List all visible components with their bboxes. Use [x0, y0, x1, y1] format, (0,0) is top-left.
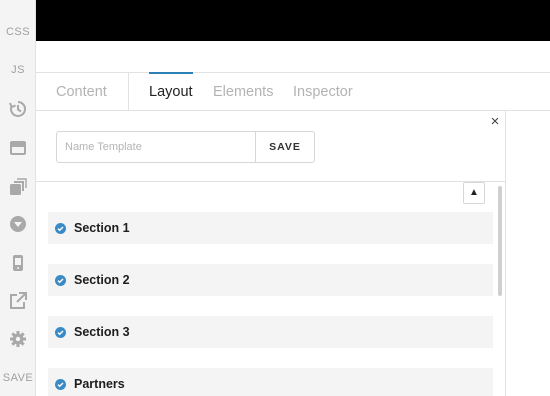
check-circle-icon[interactable] — [55, 274, 66, 286]
external-link-icon[interactable] — [0, 291, 36, 311]
section-label: Section 2 — [74, 273, 130, 287]
save-button[interactable]: SAVE — [0, 369, 36, 387]
layout-panel: × SAVE ▲ Section 1 Section 2 Section 3 P… — [36, 111, 506, 396]
css-editor-button[interactable]: CSS — [0, 23, 36, 41]
tab-inspector-label: Inspector — [293, 83, 353, 100]
tab-content[interactable]: Content — [56, 73, 107, 110]
check-circle-icon[interactable] — [55, 222, 66, 234]
section-item[interactable]: Partners — [48, 368, 493, 396]
copy-pages-icon[interactable] — [0, 177, 36, 197]
scroll-up-button[interactable]: ▲ — [463, 182, 485, 204]
panel-tabs: Content Layout Elements Inspector — [36, 72, 550, 111]
section-item[interactable]: Section 2 — [48, 264, 493, 296]
tab-content-label: Content — [56, 83, 107, 100]
template-name-input[interactable] — [56, 131, 255, 163]
layout-panel-icon[interactable] — [0, 138, 36, 158]
active-tab-indicator — [149, 72, 193, 74]
panel-divider — [36, 181, 506, 182]
left-toolbar: CSS JS SAVE — [0, 0, 36, 396]
tab-inspector[interactable]: Inspector — [293, 73, 353, 110]
history-icon[interactable] — [0, 99, 36, 119]
tab-elements[interactable]: Elements — [213, 73, 273, 110]
section-label: Section 3 — [74, 325, 130, 339]
section-label: Partners — [74, 377, 125, 391]
settings-gear-icon[interactable] — [0, 329, 36, 349]
template-form: SAVE — [56, 131, 315, 163]
save-template-button[interactable]: SAVE — [255, 131, 315, 163]
preview-header-bar — [36, 0, 550, 41]
tab-elements-label: Elements — [213, 83, 274, 100]
js-editor-button[interactable]: JS — [0, 61, 36, 79]
check-circle-icon[interactable] — [55, 326, 66, 338]
section-item[interactable]: Section 3 — [48, 316, 493, 348]
scrollbar[interactable] — [498, 186, 502, 296]
section-item[interactable]: Section 1 — [48, 212, 493, 244]
close-icon[interactable]: × — [487, 113, 503, 131]
tab-divider — [128, 73, 129, 110]
mobile-preview-icon[interactable] — [0, 253, 36, 273]
tab-layout-label: Layout — [149, 83, 193, 100]
dropdown-circle-icon[interactable] — [0, 214, 36, 234]
section-label: Section 1 — [74, 221, 130, 235]
check-circle-icon[interactable] — [55, 378, 66, 390]
tab-layout[interactable]: Layout — [149, 72, 193, 110]
